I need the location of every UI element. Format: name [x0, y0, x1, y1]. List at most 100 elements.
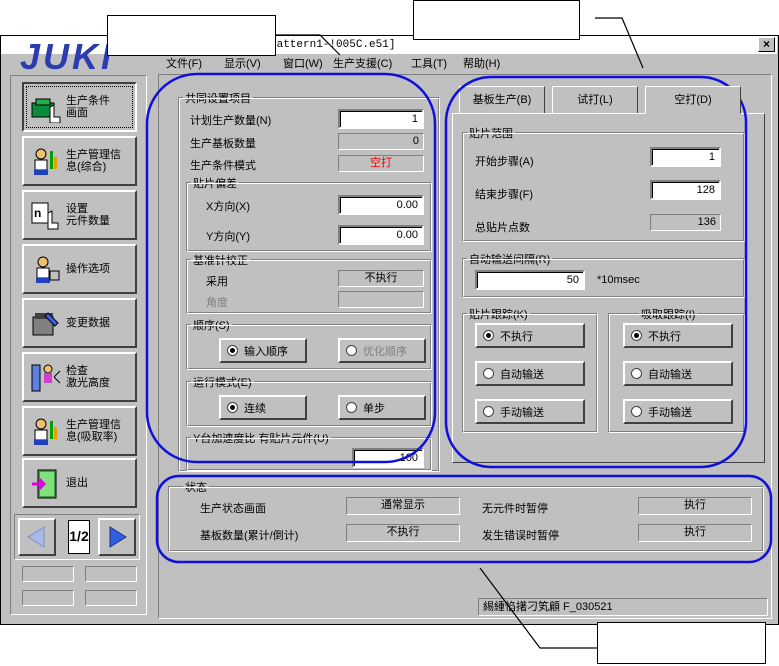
tab-board-production[interactable]: 基板生产(B)	[459, 86, 545, 114]
operator-option-icon	[30, 255, 62, 285]
run-step-radio[interactable]: 单步	[338, 395, 426, 420]
prev-page-button[interactable]	[18, 518, 56, 556]
status-bar: 緆緟惂擆刁笂顅 F_030521	[478, 598, 768, 616]
status-screen-label: 生产状态画面	[200, 503, 266, 515]
radio-icon	[483, 406, 494, 417]
tab-trial-run[interactable]: 试打(L)	[552, 86, 638, 114]
radio-selected-icon	[227, 402, 238, 413]
nav-production-conditions[interactable]: 生产条件 画面	[22, 82, 137, 132]
info-cell	[85, 566, 137, 582]
order-input-radio[interactable]: 输入顺序	[219, 338, 307, 363]
place-track-auto-radio[interactable]: 自动输送	[475, 361, 585, 386]
callout-box-title	[107, 15, 276, 56]
group-title: 贴片偏差	[191, 175, 239, 191]
pick-track-manual-radio[interactable]: 手动输送	[623, 399, 733, 424]
radio-icon	[631, 368, 642, 379]
start-step-input[interactable]: 1	[650, 147, 721, 167]
end-step-label: 结束步骤(F)	[475, 189, 534, 201]
angle-value	[338, 291, 424, 308]
nav-label: 设置 元件数量	[66, 203, 110, 227]
window-title: Pattern1-!005C.e51]	[270, 39, 396, 51]
y-offset-input[interactable]: 0.00	[338, 225, 424, 245]
board-count-value: 0	[338, 133, 424, 150]
operator-pickup-icon	[30, 417, 62, 447]
end-step-input[interactable]: 128	[650, 180, 721, 200]
menu-view[interactable]: 显示(V)	[224, 55, 261, 71]
plan-qty-input[interactable]: 1	[338, 109, 424, 129]
x-offset-label: X方向(X)	[206, 201, 250, 213]
nav-change-data[interactable]: 变更数据	[22, 298, 137, 348]
close-button[interactable]: ×	[758, 37, 775, 52]
group-title: 自动输送间隔(R)	[467, 251, 553, 267]
error-pause-label: 发生错误时暂停	[482, 530, 559, 542]
arrow-right-icon	[109, 526, 127, 548]
y-offset-label: Y方向(Y)	[206, 231, 250, 243]
component-count-icon: n	[30, 201, 62, 231]
radio-icon	[346, 402, 357, 413]
nav-label: 生产管理信 息(综合)	[66, 149, 121, 173]
operator-info-icon	[30, 147, 62, 177]
menu-file[interactable]: 文件(F)	[166, 55, 202, 71]
adopt-value: 不执行	[338, 270, 424, 287]
place-track-none-radio[interactable]: 不执行	[475, 323, 585, 348]
status-board-value: 不执行	[346, 524, 460, 542]
radio-icon	[631, 406, 642, 417]
nav-set-component-count[interactable]: n 设置 元件数量	[22, 190, 137, 240]
group-title: 运行模式(E)	[191, 374, 254, 390]
tab-dry-run[interactable]: 空打(D)	[645, 86, 741, 114]
nav-label: 退出	[66, 477, 88, 489]
group-title: 吸取跟踪(I)	[639, 306, 698, 322]
total-points-label: 总贴片点数	[475, 222, 530, 234]
radio-icon	[483, 368, 494, 379]
laser-height-icon	[30, 363, 62, 393]
radio-icon	[346, 345, 357, 356]
svg-text:JUKI: JUKI	[20, 40, 114, 72]
interval-unit: *10msec	[597, 274, 640, 286]
group-title: Y台加速度比 有贴片元件(U)	[191, 430, 331, 446]
pick-track-auto-radio[interactable]: 自动输送	[623, 361, 733, 386]
accel-input[interactable]: 100	[352, 448, 424, 468]
run-continuous-radio[interactable]: 连续	[219, 395, 307, 420]
info-cell	[85, 590, 137, 606]
group-title: 贴片跟踪(K)	[467, 306, 530, 322]
nav-production-info-summary[interactable]: 生产管理信 息(综合)	[22, 136, 137, 186]
pick-track-none-radio[interactable]: 不执行	[623, 323, 733, 348]
auto-interval-input[interactable]: 50	[475, 270, 585, 290]
info-cell	[22, 590, 74, 606]
page-indicator: 1/2	[68, 520, 90, 554]
place-track-manual-radio[interactable]: 手动输送	[475, 399, 585, 424]
callout-box-tab	[413, 0, 580, 40]
nav-operation-options[interactable]: 操作选项	[22, 244, 137, 294]
group-title: 贴片范围	[467, 125, 515, 141]
nav-label: 变更数据	[66, 317, 110, 329]
group-title: 顺序(S)	[191, 317, 232, 333]
nav-check-laser-height[interactable]: 检查 激光高度	[22, 352, 137, 402]
next-page-button[interactable]	[98, 518, 136, 556]
error-pause-value: 执行	[638, 524, 752, 542]
plan-qty-label: 计划生产数量(N)	[190, 115, 272, 127]
angle-label: 角度	[206, 297, 228, 309]
nav-production-info-pickup[interactable]: 生产管理信 息(吸取率)	[22, 406, 137, 456]
menu-window[interactable]: 窗口(W)	[283, 55, 323, 71]
nav-label: 生产条件 画面	[66, 95, 110, 119]
callout-box-status	[597, 622, 766, 664]
arrow-left-icon	[27, 526, 45, 548]
order-optimize-radio[interactable]: 优化顺序	[338, 338, 426, 363]
menu-production-support[interactable]: 生产支援(C)	[333, 55, 392, 71]
exit-door-icon	[30, 469, 62, 499]
start-step-label: 开始步骤(A)	[475, 156, 534, 168]
adopt-label: 采用	[206, 276, 228, 288]
menu-tools[interactable]: 工具(T)	[411, 55, 447, 71]
group-title: 状态	[183, 479, 209, 495]
nav-exit[interactable]: 退出	[22, 458, 137, 508]
production-conditions-icon	[30, 93, 62, 124]
nav-label: 检查 激光高度	[66, 365, 110, 389]
info-cell	[22, 566, 74, 582]
menu-help[interactable]: 帮助(H)	[463, 55, 500, 71]
mode-label: 生产条件模式	[190, 160, 256, 172]
nav-label: 生产管理信 息(吸取率)	[66, 419, 121, 443]
radio-selected-icon	[227, 345, 238, 356]
radio-selected-icon	[483, 330, 494, 341]
x-offset-input[interactable]: 0.00	[338, 195, 424, 215]
no-component-pause-value: 执行	[638, 497, 752, 515]
